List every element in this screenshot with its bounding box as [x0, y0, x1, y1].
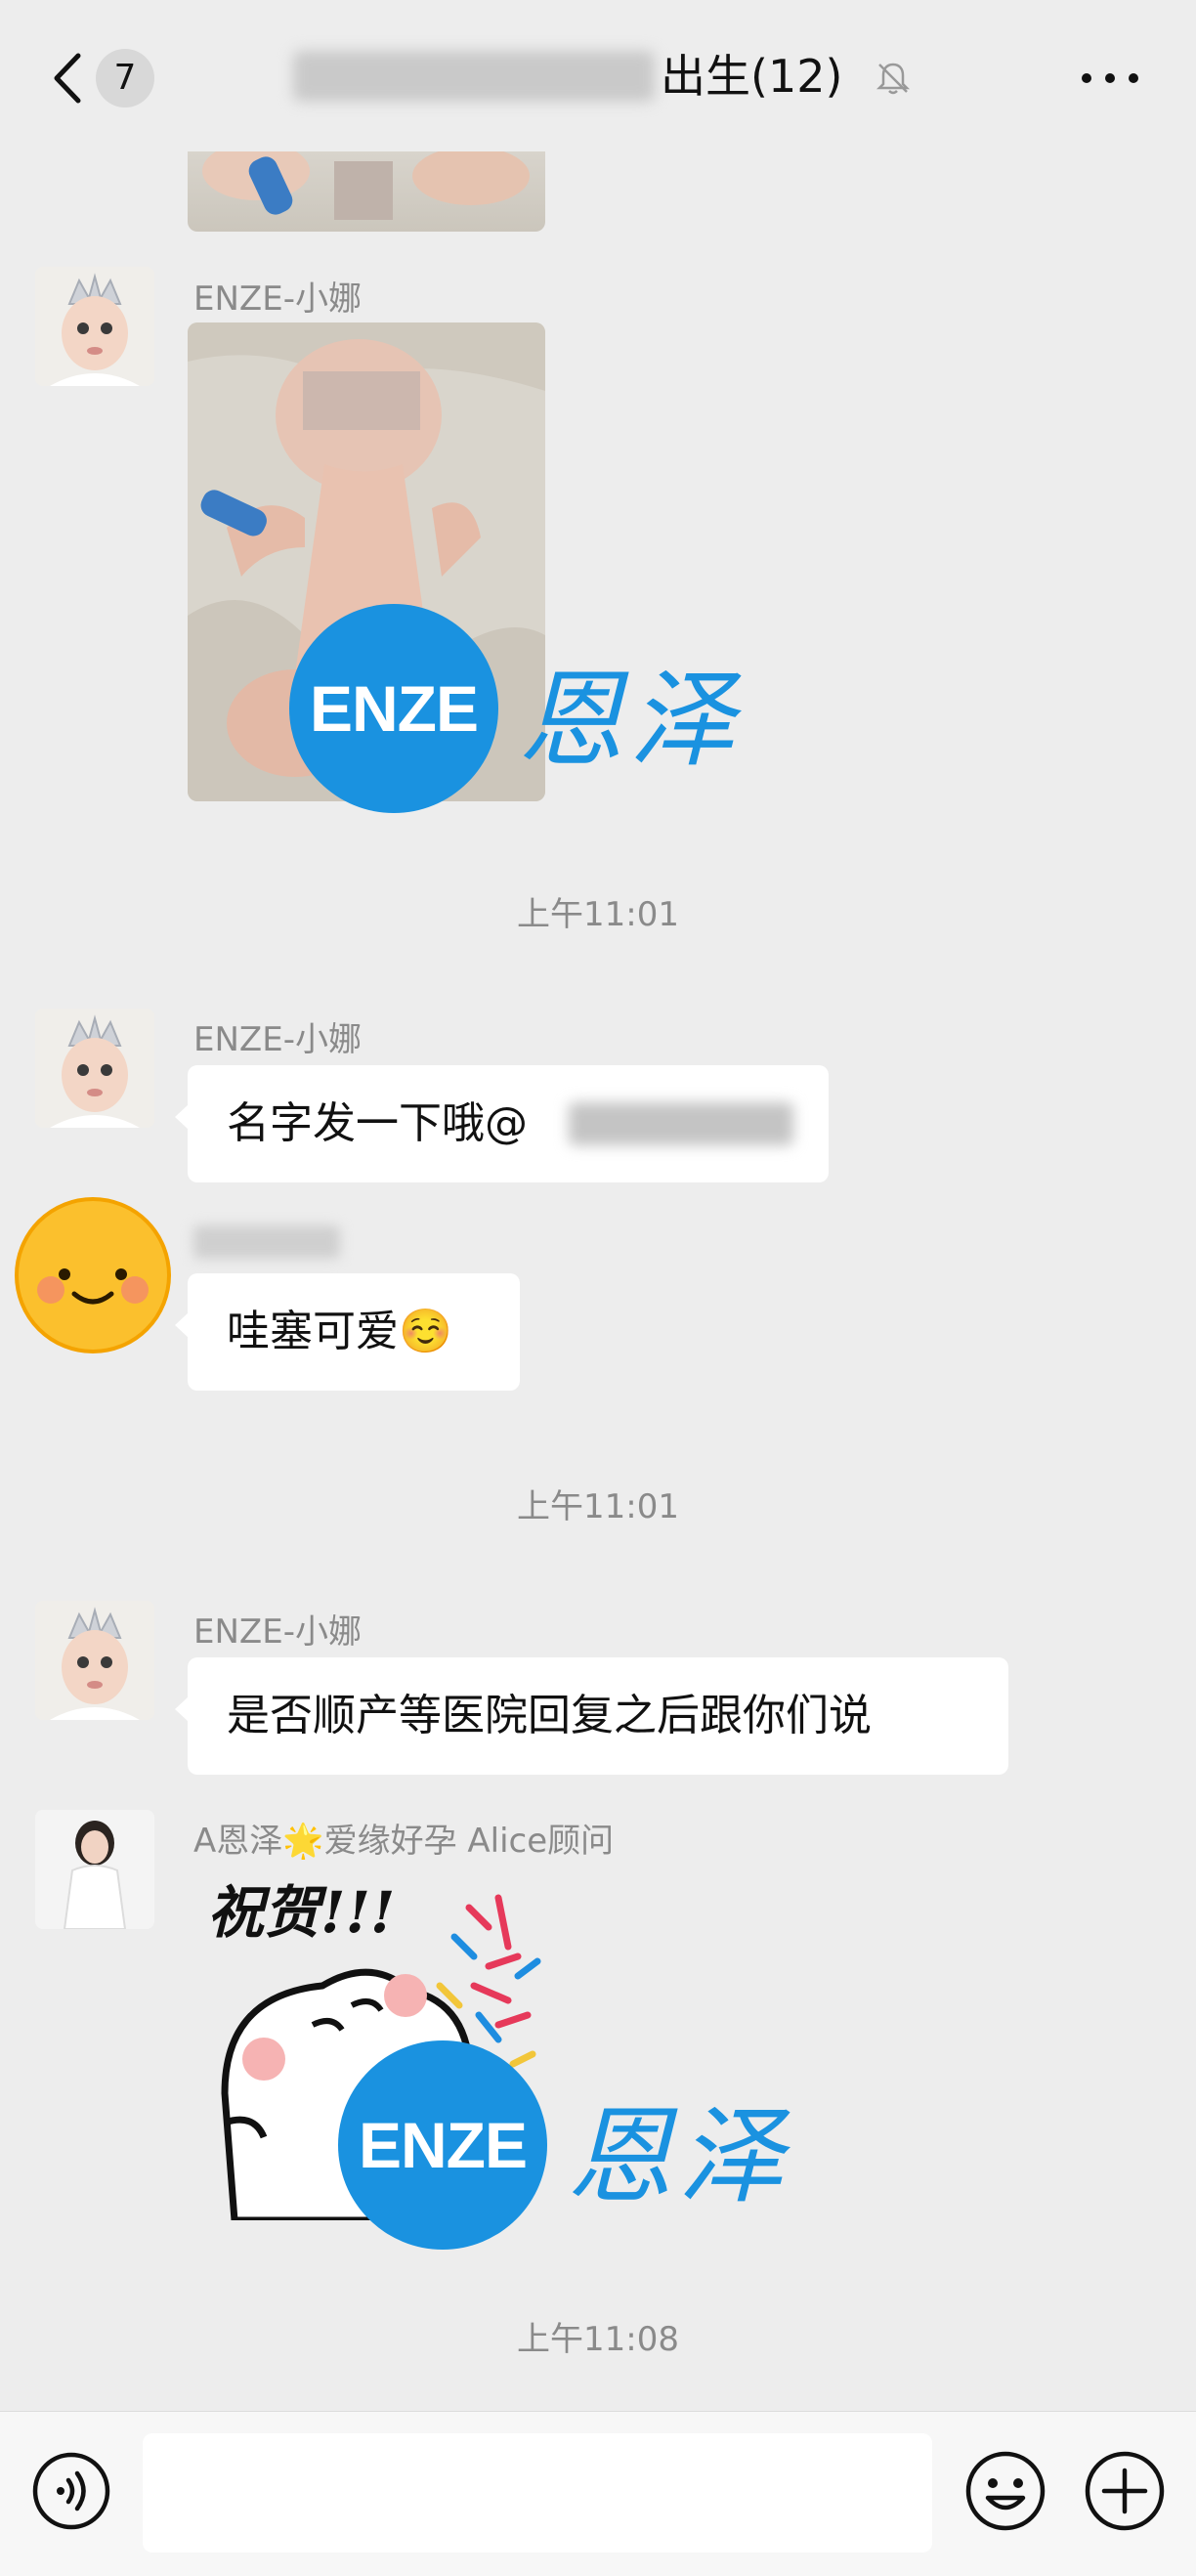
- message-text: 名字发一下哦@: [227, 1098, 528, 1148]
- message-text: 是否顺产等医院回复之后跟你们说: [227, 1691, 872, 1740]
- enze-logo: ENZE: [289, 604, 498, 813]
- timestamp: 上午11:01: [517, 895, 679, 934]
- avatar[interactable]: [35, 1601, 154, 1720]
- sender-name: ENZE-小娜: [193, 1020, 362, 1059]
- avatar[interactable]: [35, 1810, 154, 1929]
- bell-off-icon: [876, 63, 911, 95]
- enze-logo-text: 恩泽: [567, 2096, 790, 2218]
- sticker-caption: 祝贺!!!: [207, 1879, 396, 1946]
- message-image-partial[interactable]: [188, 151, 545, 232]
- sender-name: ENZE-小娜: [193, 279, 362, 319]
- avatar[interactable]: [35, 267, 154, 386]
- message-text: 哇塞可爱☺️: [227, 1307, 452, 1356]
- message-bubble[interactable]: 哇塞可爱☺️: [175, 1273, 520, 1391]
- plus-icon[interactable]: [1083, 2449, 1167, 2533]
- enze-logo: ENZE: [338, 2040, 547, 2250]
- message-bubble[interactable]: 名字发一下哦@: [175, 1065, 829, 1182]
- smiley-avatar[interactable]: [14, 1196, 172, 1354]
- sender-name: ENZE-小娜: [193, 1612, 362, 1652]
- avatar[interactable]: [35, 1009, 154, 1128]
- message-input[interactable]: [143, 2433, 932, 2553]
- chat-title: 出生(12): [661, 50, 843, 103]
- enze-logo-text: 恩泽: [518, 660, 742, 782]
- redacted-mention: [569, 1102, 793, 1145]
- redacted-sender: [193, 1225, 340, 1259]
- voice-icon[interactable]: [31, 2451, 111, 2531]
- timestamp: 上午11:01: [517, 1487, 679, 1526]
- sender-name: A恩泽🌟爱缘好孕 Alice顾问: [193, 1822, 615, 1861]
- redacted-title: [293, 51, 655, 102]
- emoji-icon[interactable]: [963, 2449, 1047, 2533]
- message-bubble[interactable]: 是否顺产等医院回复之后跟你们说: [175, 1657, 1008, 1775]
- more-dots-icon[interactable]: [1075, 54, 1145, 103]
- unread-count-badge[interactable]: 7: [96, 49, 154, 107]
- timestamp: 上午11:08: [517, 2320, 679, 2359]
